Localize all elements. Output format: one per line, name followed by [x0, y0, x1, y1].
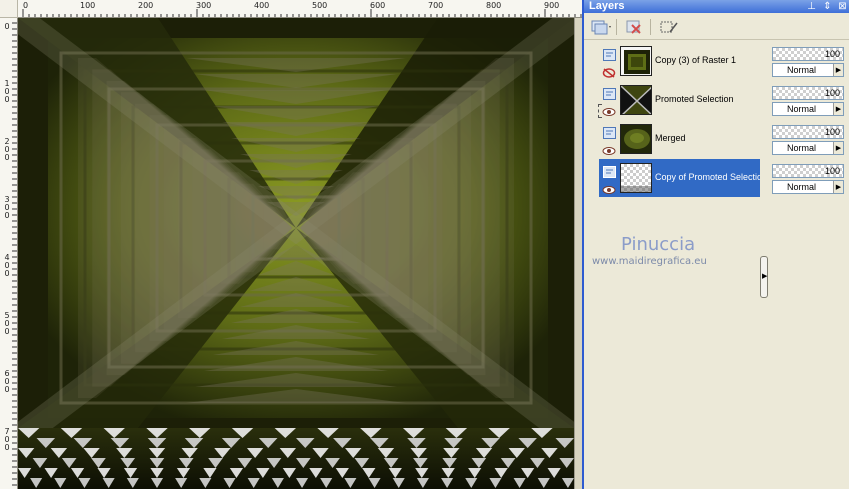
- layer-name: Promoted Selection: [655, 94, 734, 104]
- dropdown-arrow-icon[interactable]: ▶: [833, 181, 843, 193]
- opacity-slider[interactable]: 100: [772, 86, 844, 100]
- vertical-ruler: 0 100 200 300 400 500 600 700: [0, 18, 18, 489]
- ruler-h-label: 100: [80, 1, 96, 10]
- layers-toolbar: [584, 14, 849, 40]
- canvas-area: 0 100 200 300 400 500 600 700 800 900 0 …: [0, 0, 582, 489]
- toolbar-separator: [650, 19, 651, 35]
- ruler-h-label: 400: [254, 1, 270, 10]
- delete-layer-icon[interactable]: [624, 18, 646, 36]
- ruler-v-label: 600: [4, 369, 10, 394]
- blend-mode-select[interactable]: Normal ▶: [772, 102, 844, 116]
- watermark-signature: Pinuccia: [621, 234, 696, 255]
- layer-row[interactable]: Promoted Selection: [599, 81, 760, 119]
- opacity-slider[interactable]: 100: [772, 125, 844, 139]
- layers-palette: Layers ⊥ ⇕ ⊠ Copy (3) of Raster 1 Promot…: [582, 0, 849, 489]
- ruler-h-label: 0: [23, 1, 29, 10]
- layer-name: Copy of Promoted Selection: [655, 172, 760, 182]
- layer-name: Merged: [655, 133, 686, 143]
- menu-arrows-icon[interactable]: ⇕: [822, 1, 833, 12]
- layer-properties: 100 Normal ▶: [770, 159, 849, 195]
- blend-mode-value: Normal: [787, 104, 817, 114]
- ruler-v-label: 200: [4, 137, 10, 162]
- sawtooth-bands: [18, 18, 574, 449]
- ruler-h-label: 200: [138, 1, 154, 10]
- opacity-value: 100: [824, 127, 840, 137]
- close-icon[interactable]: ⊠: [837, 1, 848, 12]
- dropdown-arrow-icon[interactable]: ▶: [833, 103, 843, 115]
- visibility-eye-icon[interactable]: [602, 142, 616, 155]
- pin-icon[interactable]: ⊥: [806, 1, 817, 12]
- ruler-v-label: 400: [4, 253, 10, 278]
- ruler-h-label: 800: [486, 1, 502, 10]
- layer-type-icon[interactable]: [603, 124, 616, 139]
- ruler-h-label: 700: [428, 1, 444, 10]
- edit-selection-icon[interactable]: [658, 18, 680, 36]
- dropdown-arrow-icon[interactable]: ▶: [833, 64, 843, 76]
- blend-mode-value: Normal: [787, 65, 817, 75]
- layer-row[interactable]: Copy (3) of Raster 1: [599, 42, 760, 80]
- blend-mode-select[interactable]: Normal ▶: [772, 63, 844, 77]
- ruler-h-label: 300: [196, 1, 212, 10]
- layer-type-icon[interactable]: [603, 163, 616, 178]
- opacity-value: 100: [824, 88, 840, 98]
- ruler-v-label: 100: [4, 79, 10, 104]
- layer-type-icon[interactable]: [603, 85, 616, 100]
- opacity-slider[interactable]: 100: [772, 164, 844, 178]
- canvas-scroll-edge[interactable]: [574, 18, 582, 489]
- visibility-hidden-icon[interactable]: [602, 64, 616, 78]
- image-canvas[interactable]: [18, 18, 574, 489]
- opacity-value: 100: [824, 49, 840, 59]
- psp-workspace: 0 100 200 300 400 500 600 700 800 900 0 …: [0, 0, 849, 489]
- blend-mode-select[interactable]: Normal ▶: [772, 180, 844, 194]
- layers-title: Layers: [589, 0, 625, 12]
- layer-thumbnail: [620, 85, 652, 115]
- layer-name: Copy (3) of Raster 1: [655, 55, 737, 65]
- horizontal-ruler: 0 100 200 300 400 500 600 700 800 900: [18, 0, 582, 18]
- layer-properties: 100 Normal ▶: [770, 120, 849, 156]
- layer-thumbnail: [620, 163, 652, 193]
- layer-row[interactable]: Merged: [599, 120, 760, 158]
- visibility-eye-icon[interactable]: [602, 103, 616, 116]
- layer-properties-column: 100 Normal ▶ 100 Normal ▶ 100 Normal ▶ 100 …: [770, 40, 849, 489]
- toolbar-separator: [616, 19, 617, 35]
- layers-titlebar[interactable]: Layers ⊥ ⇕ ⊠: [584, 0, 849, 13]
- expand-arrow-icon: ▶: [762, 272, 768, 280]
- visibility-eye-icon[interactable]: [602, 181, 616, 194]
- blend-mode-value: Normal: [787, 143, 817, 153]
- ruler-h-label: 600: [370, 1, 386, 10]
- ruler-v-label: 300: [4, 195, 10, 220]
- blend-mode-select[interactable]: Normal ▶: [772, 141, 844, 155]
- palette-splitter-handle[interactable]: ▶: [760, 256, 768, 298]
- ruler-h-label: 900: [544, 1, 560, 10]
- layer-thumbnail: [620, 46, 652, 76]
- blend-mode-value: Normal: [787, 182, 817, 192]
- layer-row-selected[interactable]: Copy of Promoted Selection: [599, 159, 760, 197]
- layer-group-icon[interactable]: [603, 46, 616, 61]
- ruler-v-label: 500: [4, 311, 10, 336]
- layer-thumbnail: [620, 124, 652, 154]
- artwork: [18, 18, 574, 489]
- opacity-value: 100: [824, 166, 840, 176]
- dropdown-arrow-icon[interactable]: ▶: [833, 142, 843, 154]
- ruler-v-label: 0: [4, 22, 10, 31]
- ruler-h-label: 500: [312, 1, 328, 10]
- new-layer-icon[interactable]: [590, 18, 612, 36]
- opacity-slider[interactable]: 100: [772, 47, 844, 61]
- layer-properties: 100 Normal ▶: [770, 81, 849, 117]
- ruler-corner: [0, 0, 18, 18]
- layer-properties: 100 Normal ▶: [770, 42, 849, 78]
- ruler-v-label: 700: [4, 427, 10, 452]
- watermark-url: www.maidiregrafica.eu: [592, 256, 707, 267]
